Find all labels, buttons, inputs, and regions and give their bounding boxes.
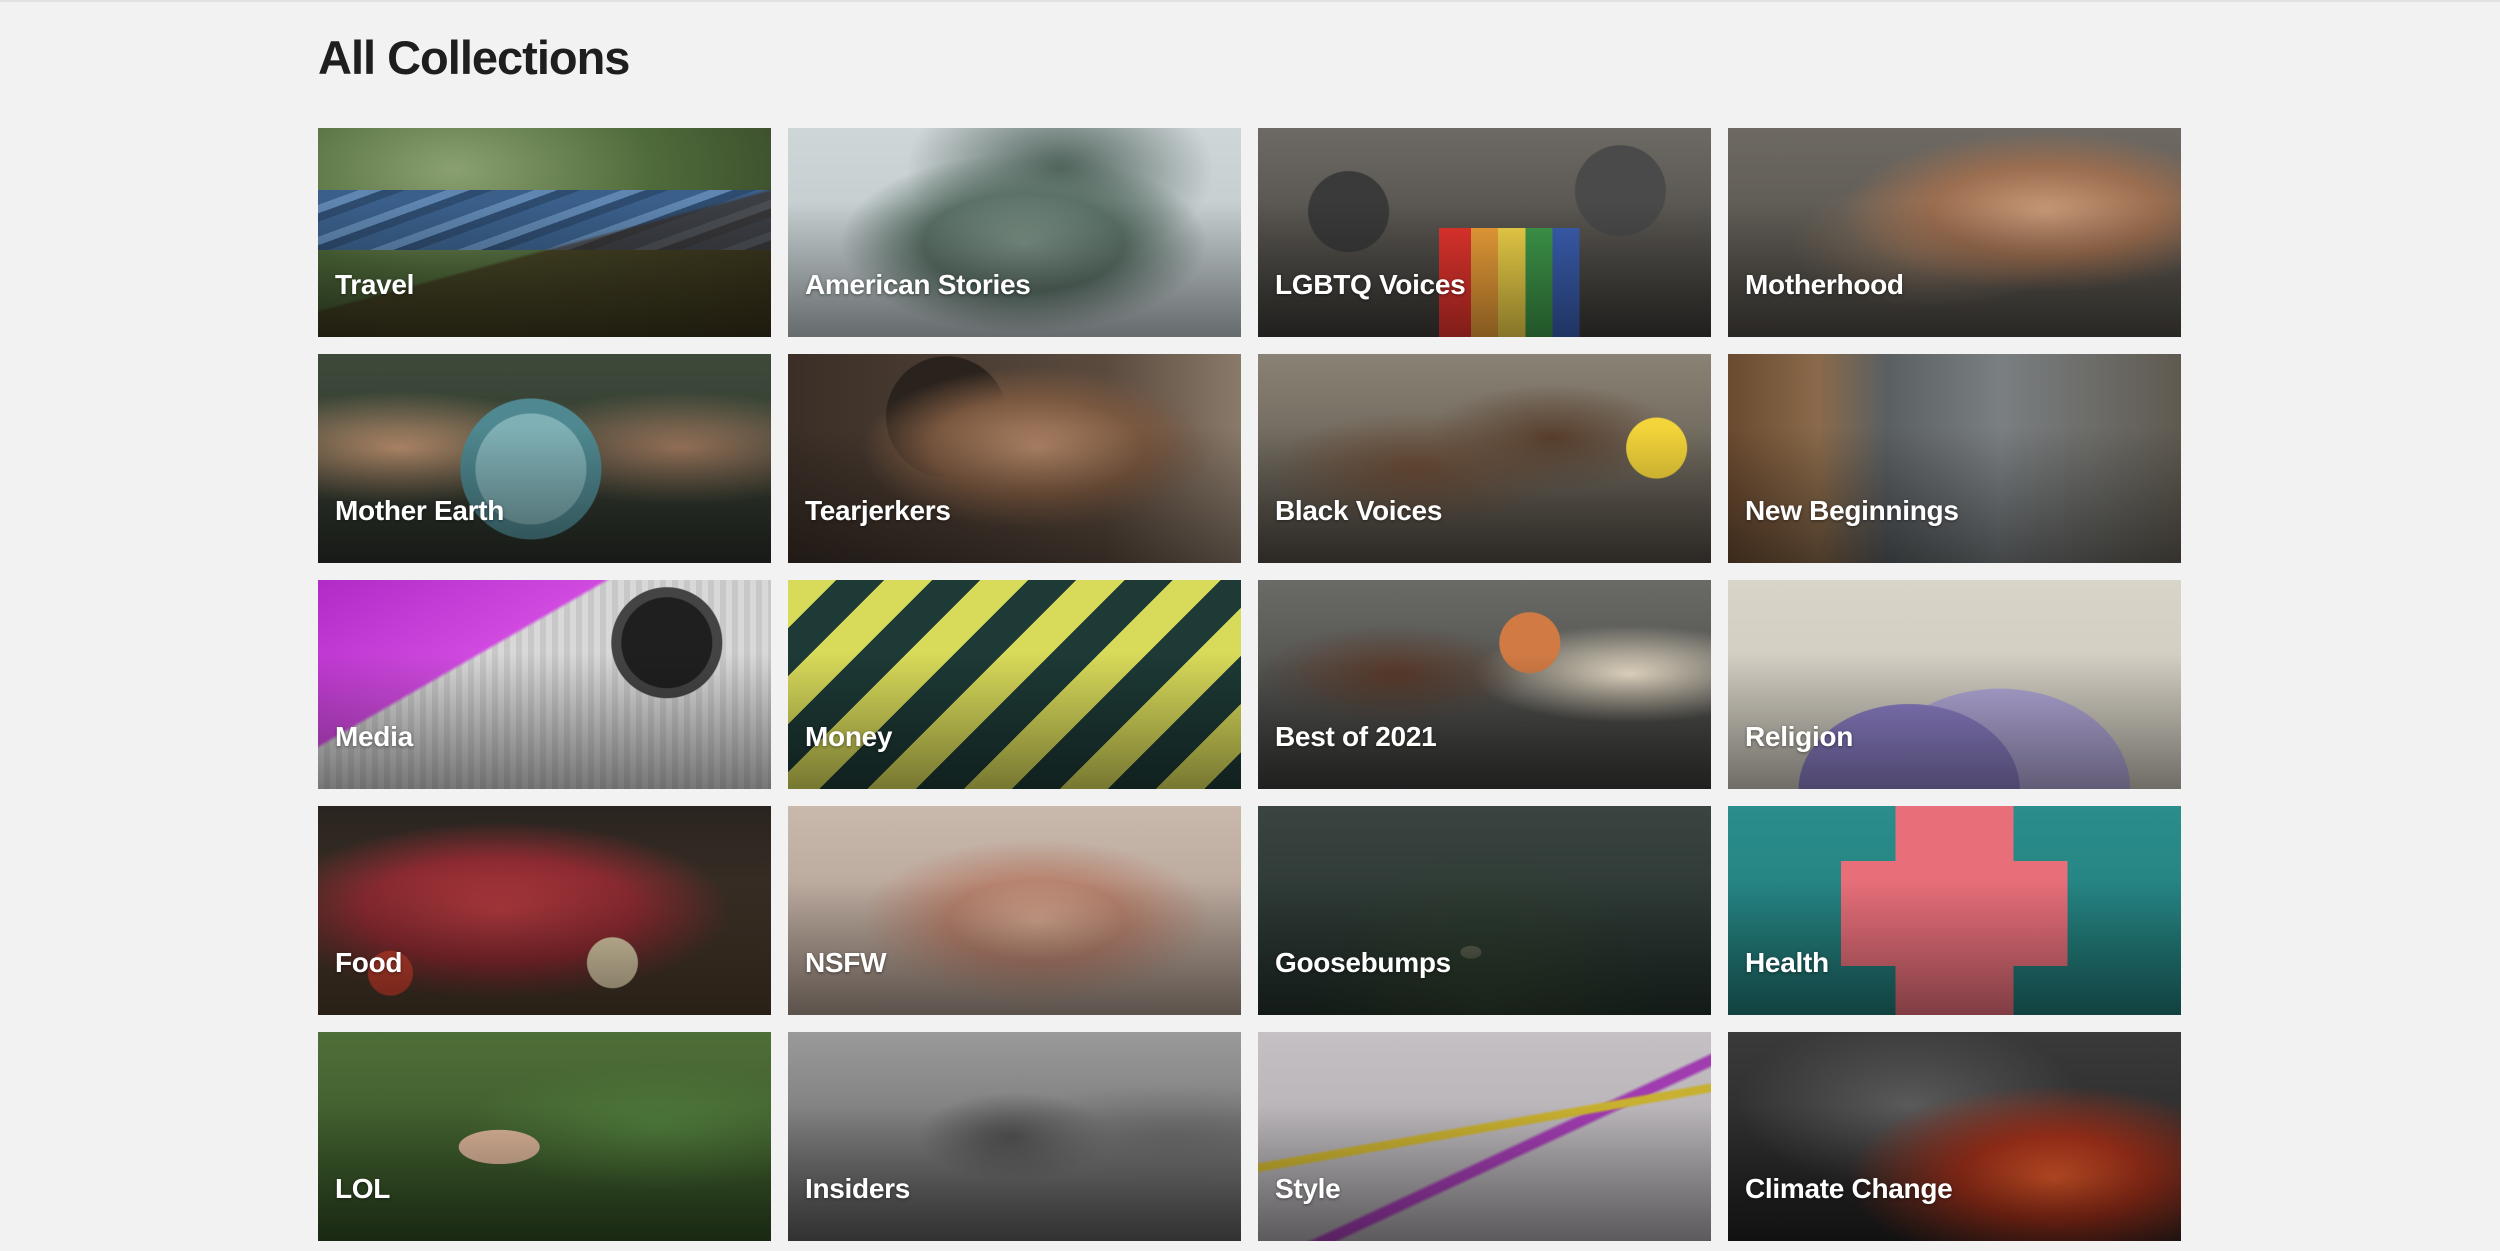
- collection-card-new-beginnings[interactable]: New Beginnings: [1728, 354, 2181, 563]
- collection-card-black-voices[interactable]: Black Voices: [1258, 354, 1711, 563]
- collection-label: Food: [335, 947, 403, 978]
- collection-label: Goosebumps: [1275, 947, 1451, 978]
- collection-card-religion[interactable]: Religion: [1728, 580, 2181, 789]
- collection-card-lgbtq-voices[interactable]: LGBTQ Voices: [1258, 128, 1711, 337]
- collection-label: Mother Earth: [335, 495, 505, 526]
- collection-card-food[interactable]: Food: [318, 806, 771, 1015]
- collection-card-lol[interactable]: LOL: [318, 1032, 771, 1241]
- collection-card-style[interactable]: Style: [1258, 1032, 1711, 1241]
- collection-label: Religion: [1745, 721, 1854, 752]
- collection-label: NSFW: [805, 947, 887, 978]
- collection-card-best-of-2021[interactable]: Best of 2021: [1258, 580, 1711, 789]
- collection-label: Style: [1275, 1173, 1341, 1204]
- page-title: All Collections: [318, 31, 630, 84]
- collection-label: Health: [1745, 947, 1829, 978]
- collection-card-mother-earth[interactable]: Mother Earth: [318, 354, 771, 563]
- collection-label: Climate Change: [1745, 1173, 1953, 1204]
- collection-card-travel[interactable]: Travel: [318, 128, 771, 337]
- collection-card-motherhood[interactable]: Motherhood: [1728, 128, 2181, 337]
- collection-card-goosebumps[interactable]: Goosebumps: [1258, 806, 1711, 1015]
- collection-card-climate-change[interactable]: Climate Change: [1728, 1032, 2181, 1241]
- collection-label: Media: [335, 721, 413, 752]
- collections-grid: Travel American Stories LGBTQ Voices Mot…: [318, 128, 2181, 1241]
- collection-card-nsfw[interactable]: NSFW: [788, 806, 1241, 1015]
- collection-card-tearjerkers[interactable]: Tearjerkers: [788, 354, 1241, 563]
- collection-label: Travel: [335, 269, 415, 300]
- collection-label: New Beginnings: [1745, 495, 1959, 526]
- collection-card-health[interactable]: Health: [1728, 806, 2181, 1015]
- collection-card-money[interactable]: Money: [788, 580, 1241, 789]
- top-divider: [0, 0, 2500, 2]
- collection-label: LGBTQ Voices: [1275, 269, 1466, 300]
- collection-label: Best of 2021: [1275, 721, 1437, 752]
- collection-card-media[interactable]: Media: [318, 580, 771, 789]
- collection-card-american-stories[interactable]: American Stories: [788, 128, 1241, 337]
- collection-label: LOL: [335, 1173, 391, 1204]
- collection-label: Tearjerkers: [805, 495, 951, 526]
- collection-label: Money: [805, 721, 893, 752]
- collection-label: Motherhood: [1745, 269, 1904, 300]
- collection-label: American Stories: [805, 269, 1031, 300]
- collection-card-insiders[interactable]: Insiders: [788, 1032, 1241, 1241]
- collection-label: Black Voices: [1275, 495, 1443, 526]
- collection-label: Insiders: [805, 1173, 910, 1204]
